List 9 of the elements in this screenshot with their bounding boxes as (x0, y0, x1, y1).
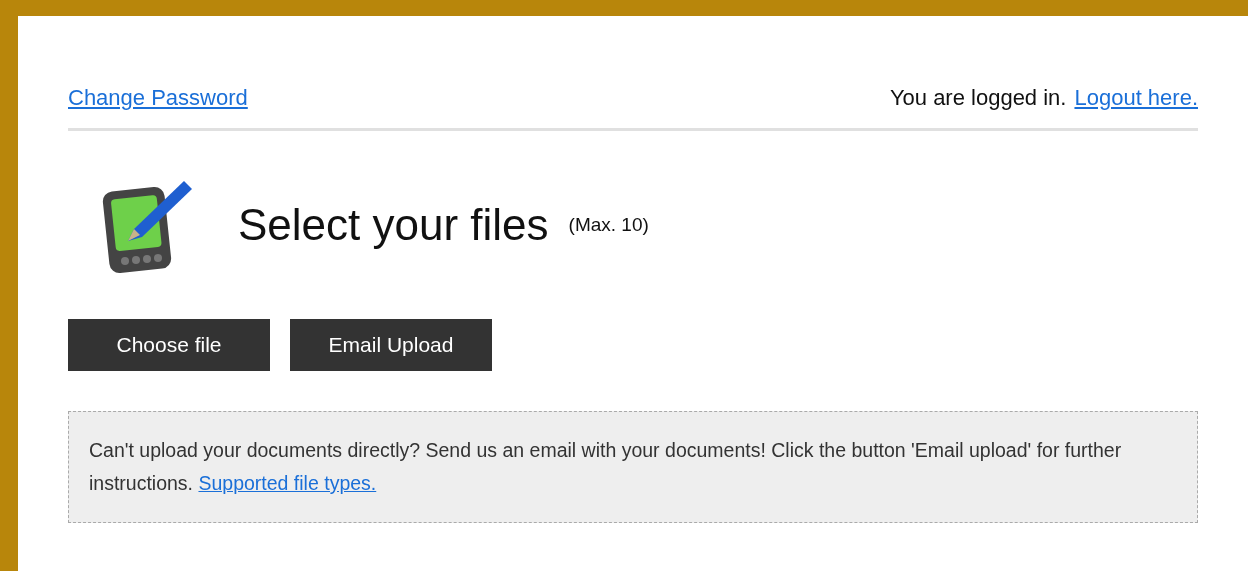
max-files-note: (Max. 10) (568, 214, 649, 236)
login-status: You are logged in. (889, 85, 1067, 111)
info-text: Can't upload your documents directly? Send us an email with your documents! Click the button 'Email upload' for further instructions. Supported file types. (89, 439, 1122, 494)
supported-file-types-link[interactable]: Supported file types. (198, 472, 377, 494)
action-button[interactable]: Email Upload (290, 319, 492, 371)
logout-link[interactable]: Logout here. (1074, 85, 1198, 111)
action-button[interactable]: Choose file (68, 319, 270, 371)
change-password-link[interactable]: Change Password (68, 85, 248, 111)
page-title: Select your files (238, 200, 549, 250)
